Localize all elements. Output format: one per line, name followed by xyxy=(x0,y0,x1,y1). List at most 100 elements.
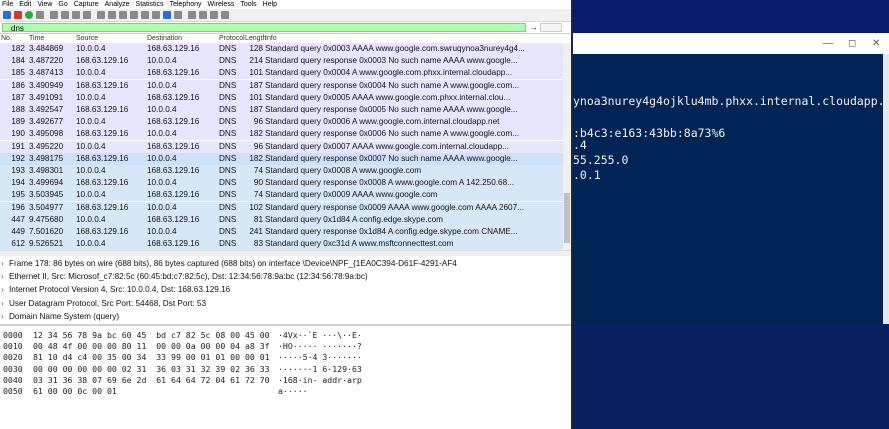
terminal-output[interactable]: ynoa3nurey4g4ojklu4mb.phxx.internal.clou… xyxy=(573,54,885,324)
packet-row[interactable]: 185 3.487413 10.0.0.4 168.63.129.16 DNS 101 St… xyxy=(0,67,563,80)
packet-row[interactable]: 192 3.498175 168.63.129.16 10.0.0.4 DNS 182 St… xyxy=(0,152,563,165)
packet-row[interactable]: 186 3.490949 168.63.129.16 10.0.0.4 DNS 187 St… xyxy=(0,79,563,92)
hex-bytes[interactable]: 03 31 36 38 07 69 6e 2d 61 64 64 72 04 6… xyxy=(33,375,270,386)
hex-bytes[interactable]: 12 34 56 78 9a bc 60 45 bd c7 82 5c 08 0… xyxy=(33,330,270,341)
ascii-bytes[interactable]: ·HO····· ·······? xyxy=(278,341,362,352)
packet-row[interactable]: 188 3.492547 168.63.129.16 10.0.0.4 DNS 187 St… xyxy=(0,104,563,116)
column-destination[interactable]: Destination xyxy=(147,34,182,43)
detail-tree-item[interactable]: › Ethernet II, Src: Microsof_c7:82:5c (60… xyxy=(0,270,571,283)
stop-capture-icon[interactable] xyxy=(14,11,22,19)
close-file-icon[interactable] xyxy=(72,11,80,19)
go-to-packet-icon[interactable] xyxy=(130,11,138,19)
terminal-scrollbar[interactable] xyxy=(883,54,889,324)
packet-row[interactable]: 195 3.503945 10.0.0.4 168.63.129.16 DNS 74 Sta… xyxy=(0,189,563,202)
packet-row[interactable]: 194 3.499694 168.63.129.16 10.0.0.4 DNS 90 Sta… xyxy=(0,177,563,190)
ascii-bytes[interactable]: ·4Vx··`E ···\··E· xyxy=(278,330,362,341)
detail-tree-item[interactable]: › Internet Protocol Version 4, Src: 10.0.… xyxy=(0,283,571,296)
packet-row[interactable]: 196 3.504977 168.63.129.16 10.0.0.4 DNS 102 St… xyxy=(0,201,563,214)
display-filter-input[interactable]: dns xyxy=(2,23,526,33)
menu-capture[interactable]: Capture xyxy=(74,0,99,9)
menu-statistics[interactable]: Statistics xyxy=(136,0,164,9)
packet-info: Standard query 0x0006 A www.google.com.i… xyxy=(265,117,500,127)
packet-time: 3.492547 xyxy=(29,105,64,114)
column-length[interactable]: Length xyxy=(245,34,266,43)
go-forward-icon[interactable] xyxy=(119,11,127,19)
packet-row[interactable]: 612 9.526521 10.0.0.4 168.63.129.16 DNS 83 Sta… xyxy=(0,238,563,250)
packet-row[interactable]: 182 3.484869 10.0.0.4 168.63.129.16 DNS 128 St… xyxy=(0,43,563,55)
packet-length: 241 xyxy=(249,227,263,236)
scroll-thumb[interactable] xyxy=(564,193,570,243)
column-info[interactable]: Info xyxy=(265,34,277,43)
menu-wireless[interactable]: Wireless xyxy=(207,0,234,9)
hex-bytes[interactable]: 81 10 d4 c4 00 35 00 34 33 99 00 01 01 0… xyxy=(33,352,270,363)
hex-bytes[interactable]: 61 00 00 0c 00 01 xyxy=(33,386,117,397)
packet-row[interactable]: 193 3.498301 10.0.0.4 168.63.129.16 DNS 74 Sta… xyxy=(0,165,563,177)
zoom-normal-icon[interactable] xyxy=(210,11,218,19)
menu-file[interactable]: File xyxy=(2,0,13,9)
restart-capture-icon[interactable] xyxy=(25,11,33,19)
packet-row[interactable]: 187 3.491091 10.0.0.4 168.63.129.16 DNS 101 St… xyxy=(0,91,563,104)
packet-info: Standard query 0x0008 A www.google.com xyxy=(265,166,422,175)
ascii-bytes[interactable]: ·168·in- addr·arp xyxy=(278,375,362,386)
packet-row[interactable]: 189 3.492677 10.0.0.4 168.63.129.16 DNS 96 Sta… xyxy=(0,116,563,129)
reload-icon[interactable] xyxy=(83,11,91,19)
packet-protocol: DNS xyxy=(219,227,237,236)
column-source[interactable]: Source xyxy=(76,34,98,43)
column-no[interactable]: No. xyxy=(1,34,12,43)
expand-chevron-icon[interactable]: › xyxy=(1,270,9,283)
column-time[interactable]: Time xyxy=(29,34,44,43)
packet-number: 184 xyxy=(11,56,25,66)
packet-row[interactable]: 184 3.487220 168.63.129.16 10.0.0.4 DNS 214 St… xyxy=(0,55,563,68)
packet-info: Standard query response 0x0003 No such n… xyxy=(265,56,518,66)
autoscroll-icon[interactable] xyxy=(163,11,171,19)
expand-chevron-icon[interactable]: › xyxy=(1,257,9,270)
go-back-icon[interactable] xyxy=(108,11,116,19)
expand-chevron-icon[interactable]: › xyxy=(1,297,9,310)
menu-tools[interactable]: Tools xyxy=(240,0,256,9)
expand-chevron-icon[interactable]: › xyxy=(1,310,9,323)
zoom-out-icon[interactable] xyxy=(199,11,207,19)
resize-columns-icon[interactable] xyxy=(221,11,229,19)
menu-edit[interactable]: Edit xyxy=(19,0,31,9)
packet-source: 10.0.0.4 xyxy=(76,239,106,249)
hex-bytes[interactable]: 00 00 00 00 00 00 02 31 36 03 31 32 39 0… xyxy=(33,364,270,375)
packet-list-scrollbar[interactable] xyxy=(563,43,571,250)
maximize-icon[interactable]: ◻ xyxy=(848,38,856,49)
detail-tree-item[interactable]: › User Datagram Protocol, Src Port: 54468… xyxy=(0,297,571,310)
ascii-bytes[interactable]: a····· xyxy=(278,386,308,397)
filter-apply-arrow-icon[interactable]: → xyxy=(530,23,538,32)
packet-length: 102 xyxy=(249,202,263,212)
packet-row[interactable]: 190 3.495098 168.63.129.16 10.0.0.4 DNS 182 St… xyxy=(0,128,563,141)
ascii-bytes[interactable]: ·····5·4 3······· xyxy=(278,352,362,363)
zoom-in-icon[interactable] xyxy=(188,11,196,19)
packet-length: 101 xyxy=(249,68,263,78)
menu-help[interactable]: Help xyxy=(263,0,277,9)
colorize-icon[interactable] xyxy=(174,11,182,19)
find-packet-icon[interactable] xyxy=(97,11,105,19)
packet-protocol: DNS xyxy=(219,178,237,188)
menu-telephony[interactable]: Telephony xyxy=(170,0,202,9)
expand-chevron-icon[interactable]: › xyxy=(1,283,9,296)
detail-tree-item[interactable]: › Frame 178: 86 bytes on wire (688 bits),… xyxy=(0,257,571,270)
packet-row[interactable]: 449 7.501620 168.63.129.16 10.0.0.4 DNS 241 St… xyxy=(0,226,563,238)
menu-go[interactable]: Go xyxy=(58,0,67,9)
packet-row[interactable]: 191 3.495220 10.0.0.4 168.63.129.16 DNS 96 Sta… xyxy=(0,140,563,153)
go-first-icon[interactable] xyxy=(141,11,149,19)
packet-destination: 168.63.129.16 xyxy=(147,239,200,249)
menu-view[interactable]: View xyxy=(37,0,52,9)
close-icon[interactable]: ✕ xyxy=(872,38,880,49)
capture-options-icon[interactable] xyxy=(36,11,44,19)
detail-tree-item[interactable]: › Domain Name System (query) xyxy=(0,310,571,323)
save-file-icon[interactable] xyxy=(61,11,69,19)
open-file-icon[interactable] xyxy=(50,11,58,19)
packet-destination: 168.63.129.16 xyxy=(147,214,200,224)
menu-analyze[interactable]: Analyze xyxy=(105,0,130,9)
column-protocol[interactable]: Protocol xyxy=(219,34,245,43)
hex-bytes[interactable]: 00 48 4f 00 00 00 80 11 00 00 0a 00 00 0… xyxy=(33,341,270,352)
shark-fin-start-icon[interactable] xyxy=(3,11,11,19)
minimize-icon[interactable]: — xyxy=(823,38,833,49)
filter-bookmark-button[interactable] xyxy=(540,23,562,32)
go-last-icon[interactable] xyxy=(152,11,160,19)
ascii-bytes[interactable]: ·······1 6·129·63 xyxy=(278,364,362,375)
packet-row[interactable]: 447 9.475680 10.0.0.4 168.63.129.16 DNS 81 Sta… xyxy=(0,213,563,226)
